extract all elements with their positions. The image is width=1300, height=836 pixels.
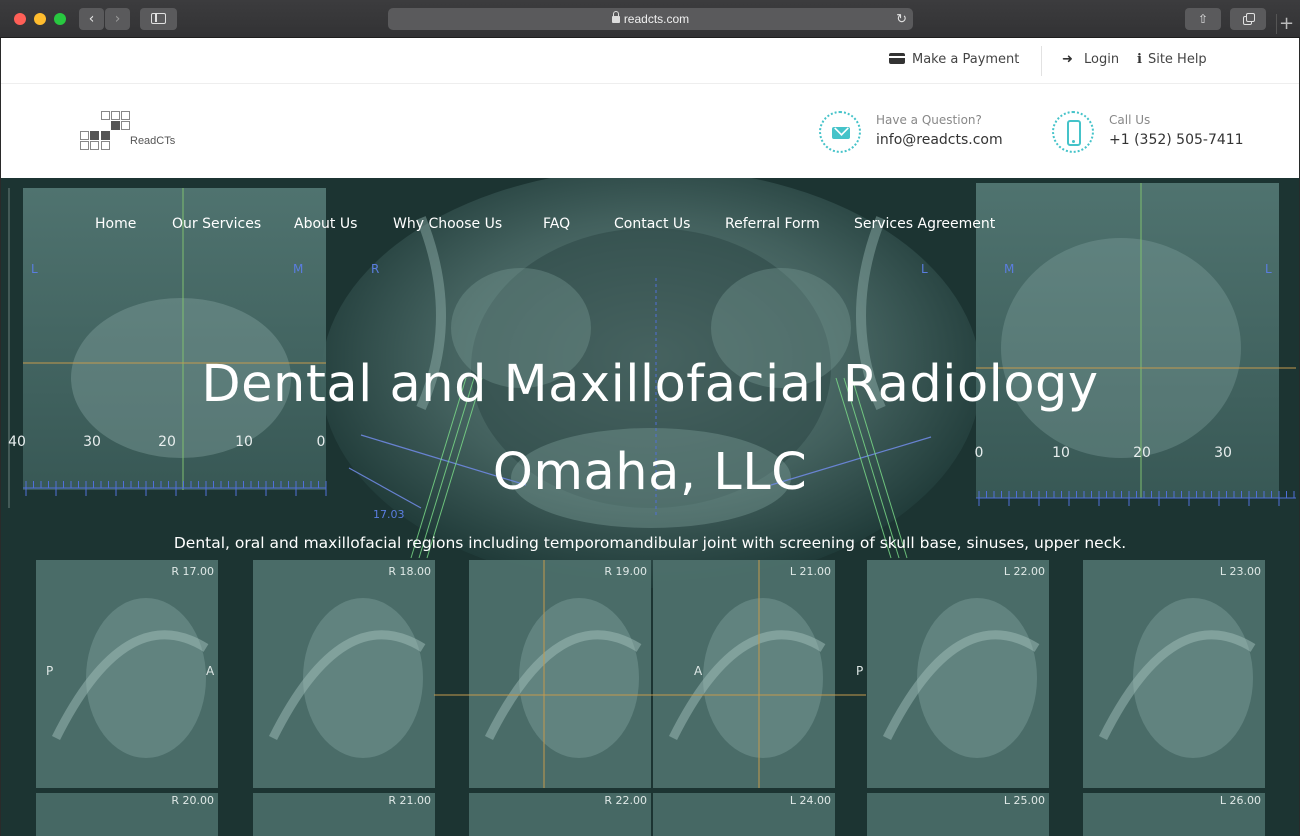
scan-label: L 21.00: [790, 565, 831, 578]
orientation-label: P: [856, 664, 863, 678]
url-text: readcts.com: [623, 12, 690, 26]
tab-overview-button[interactable]: [1230, 8, 1266, 30]
zoom-window-button[interactable]: [54, 13, 66, 25]
orientation-label: M: [1004, 262, 1014, 276]
orientation-label: L: [921, 262, 928, 276]
chevron-left-icon: ‹: [88, 11, 95, 27]
minimize-window-button[interactable]: [34, 13, 46, 25]
sign-in-icon: ➜: [1062, 52, 1073, 67]
measurement-label: 17.03: [373, 508, 405, 521]
login-link[interactable]: ➜ Login: [1062, 52, 1119, 67]
scan-label: R 19.00: [604, 565, 647, 578]
lock-icon: [611, 11, 620, 23]
nav-contact-us[interactable]: Contact Us: [614, 216, 690, 232]
scan-label: L 26.00: [1220, 794, 1261, 807]
scan-label: R 20.00: [171, 794, 214, 807]
web-page: Make a Payment ➜ Login i Site Help ReadC…: [1, 38, 1299, 836]
logo-cell: [80, 131, 89, 140]
phone-glyph: [1067, 120, 1081, 146]
share-button[interactable]: ⇧: [1185, 8, 1221, 30]
logo-cell: [90, 131, 99, 140]
site-help-link[interactable]: i Site Help: [1137, 52, 1207, 67]
sidebar-icon: [151, 13, 166, 24]
info-icon: i: [1137, 52, 1142, 67]
envelope-icon: [819, 111, 861, 153]
nav-home[interactable]: Home: [95, 216, 136, 232]
phone-label: Call Us: [1109, 113, 1151, 127]
phone-icon: [1052, 111, 1094, 153]
back-button[interactable]: ‹: [79, 8, 104, 30]
nav-our-services[interactable]: Our Services: [172, 216, 261, 232]
logo-cell: [90, 141, 99, 150]
envelope-glyph: [832, 127, 850, 139]
scan-label: L 22.00: [1004, 565, 1045, 578]
logo[interactable]: ReadCTs: [80, 111, 190, 155]
scan-label: R 22.00: [604, 794, 647, 807]
scan-label: L 25.00: [1004, 794, 1045, 807]
hero-subtitle: Dental, oral and maxillofacial regions i…: [173, 534, 1127, 552]
logo-cell: [101, 131, 110, 140]
utility-bar: Make a Payment ➜ Login i Site Help: [1, 38, 1299, 84]
phone-value[interactable]: +1 (352) 505-7411: [1109, 132, 1244, 148]
tabs-icon: [1246, 13, 1255, 22]
orientation-label: M: [293, 262, 303, 276]
orientation-label: A: [206, 664, 215, 678]
logo-cell: [111, 121, 120, 130]
scan-label: R 17.00: [171, 565, 214, 578]
credit-card-icon: [889, 53, 905, 64]
scan-label: L 24.00: [790, 794, 831, 807]
scan-label: R 18.00: [388, 565, 431, 578]
forward-button[interactable]: ›: [105, 8, 130, 30]
email-value[interactable]: info@readcts.com: [876, 132, 1003, 148]
site-help-label: Site Help: [1147, 52, 1207, 67]
logo-cell: [121, 121, 130, 130]
close-window-button[interactable]: [14, 13, 26, 25]
sidebar-toggle-button[interactable]: [140, 8, 177, 30]
logo-cell: [80, 141, 89, 150]
nav-why-choose-us[interactable]: Why Choose Us: [393, 216, 502, 232]
share-icon: ⇧: [1197, 12, 1209, 26]
make-payment-link[interactable]: Make a Payment: [889, 52, 1019, 67]
logo-cell: [111, 111, 120, 120]
email-label: Have a Question?: [876, 113, 982, 127]
logo-cell: [101, 111, 110, 120]
chevron-right-icon: ›: [114, 11, 121, 27]
logo-text: ReadCTs: [130, 135, 176, 147]
divider: [1041, 46, 1042, 76]
orientation-label: R: [371, 262, 379, 276]
make-payment-label: Make a Payment: [912, 52, 1020, 67]
orientation-label: L: [1265, 262, 1272, 276]
orientation-label: P: [46, 664, 53, 678]
login-label: Login: [1084, 52, 1120, 67]
orientation-label: A: [694, 664, 703, 678]
new-tab-button[interactable]: +: [1276, 14, 1296, 34]
site-header: ReadCTs Have a Question? info@readcts.co…: [1, 85, 1299, 178]
browser-toolbar: ‹ › readcts.com ↻ ⇧ +: [0, 0, 1300, 38]
nav-faq[interactable]: FAQ: [543, 216, 570, 232]
scan-label: L 23.00: [1220, 565, 1261, 578]
nav-about-us[interactable]: About Us: [294, 216, 357, 232]
logo-cell: [101, 141, 110, 150]
logo-cell: [121, 111, 130, 120]
hero-title-line1: Dental and Maxillofacial Radiology: [201, 355, 1099, 414]
main-navigation: Home Our Services About Us Why Choose Us…: [1, 216, 1299, 236]
nav-referral-form[interactable]: Referral Form: [725, 216, 820, 232]
ct-scan-background: R 17.00 R 18.00 R 19.00 L 21.00 L 22.00 L 23.…: [1, 178, 1299, 836]
hero-title-line2: Omaha, LLC: [492, 443, 808, 502]
scan-label: R 21.00: [388, 794, 431, 807]
address-bar[interactable]: readcts.com ↻: [388, 8, 913, 30]
reload-icon[interactable]: ↻: [896, 8, 907, 30]
hero-banner: R 17.00 R 18.00 R 19.00 L 21.00 L 22.00 L 23.…: [1, 178, 1299, 836]
orientation-label: L: [31, 262, 38, 276]
nav-services-agreement[interactable]: Services Agreement: [854, 216, 995, 232]
